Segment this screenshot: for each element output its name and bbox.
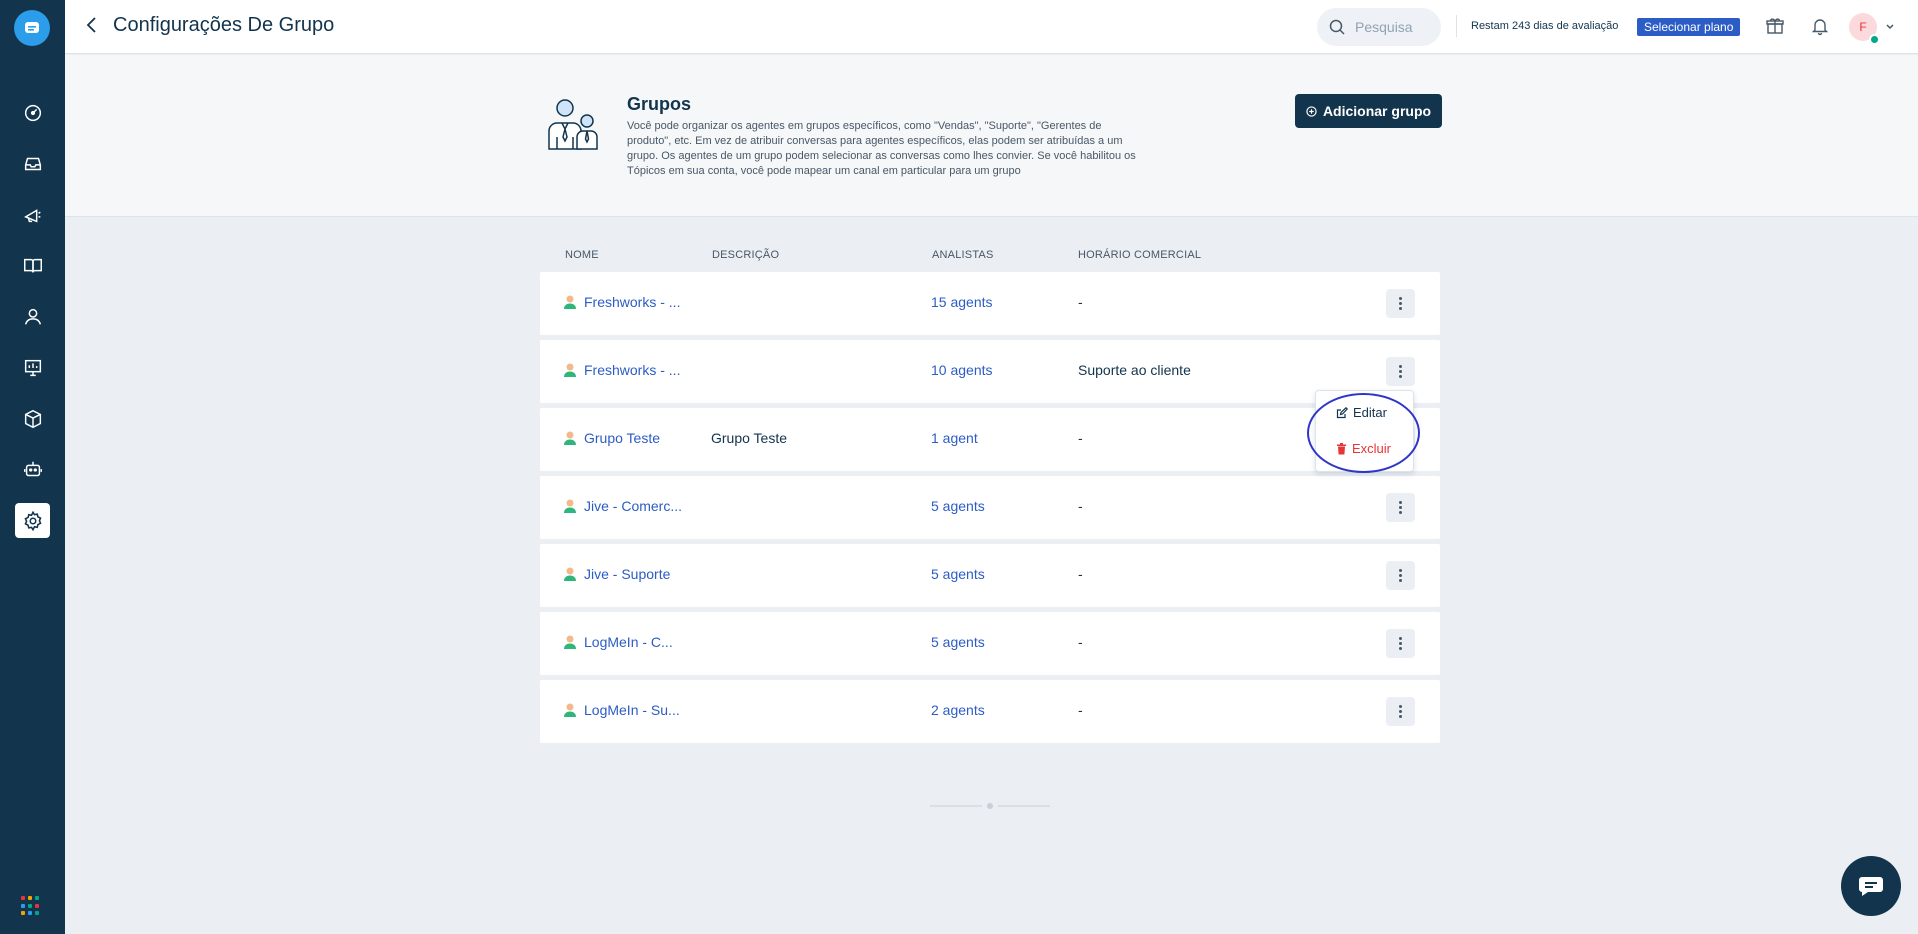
table-row: LogMeIn - C... 5 agents - <box>540 612 1440 675</box>
group-illustration-icon <box>548 99 598 150</box>
knowledge-base-icon[interactable] <box>15 248 50 283</box>
group-name: Freshworks - ... <box>584 362 681 378</box>
more-options-button[interactable] <box>1386 697 1415 726</box>
more-options-button[interactable] <box>1386 493 1415 522</box>
more-options-button[interactable] <box>1386 629 1415 658</box>
column-header-description: DESCRIÇÃO <box>712 249 780 261</box>
table-row: Grupo Teste Grupo Teste 1 agent - <box>540 408 1440 471</box>
agents-count-link[interactable]: 5 agents <box>931 498 985 514</box>
group-avatar-icon <box>564 635 576 649</box>
group-description: Grupo Teste <box>711 430 788 446</box>
business-hours: - <box>1078 294 1083 310</box>
contacts-icon[interactable] <box>15 299 50 334</box>
agents-count-link[interactable]: 5 agents <box>931 566 985 582</box>
agents-count-link[interactable]: 15 agents <box>931 294 993 310</box>
highlight-annotation <box>1307 393 1420 473</box>
group-name: LogMeIn - C... <box>584 634 673 650</box>
agents-count-link[interactable]: 10 agents <box>931 362 993 378</box>
search-input[interactable]: Pesquisa <box>1317 8 1441 46</box>
campaigns-icon[interactable] <box>15 197 50 232</box>
online-status-icon <box>1869 34 1880 45</box>
back-arrow-icon[interactable] <box>82 15 102 35</box>
table-row: Jive - Comerc... 5 agents - <box>540 476 1440 539</box>
settings-icon[interactable] <box>15 503 50 538</box>
group-name: Grupo Teste <box>584 430 661 446</box>
more-options-button[interactable] <box>1386 289 1415 318</box>
business-hours: - <box>1078 566 1083 582</box>
search-icon <box>1329 19 1345 35</box>
gift-icon[interactable] <box>1765 16 1785 36</box>
page-title: Configurações De Grupo <box>113 14 335 36</box>
loading-divider <box>930 803 1050 809</box>
agents-count-link[interactable]: 1 agent <box>931 430 978 446</box>
app-logo-icon[interactable] <box>14 10 50 46</box>
group-avatar-icon <box>564 295 576 309</box>
group-name-link[interactable]: Freshworks - ... <box>562 294 680 310</box>
group-name: Jive - Comerc... <box>584 498 683 514</box>
column-header-agents: ANALISTAS <box>932 249 994 261</box>
table-row: Freshworks - ... 15 agents - <box>540 272 1440 335</box>
bot-icon[interactable] <box>15 452 50 487</box>
group-name-link[interactable]: LogMeIn - Su... <box>562 702 680 718</box>
plus-circle-icon <box>1306 105 1317 117</box>
group-name-link[interactable]: Grupo Teste <box>562 430 660 446</box>
integrations-icon[interactable] <box>15 401 50 436</box>
business-hours: - <box>1078 634 1083 650</box>
group-name: LogMeIn - Su... <box>584 702 680 718</box>
more-options-button[interactable] <box>1386 357 1415 386</box>
add-group-label: Adicionar grupo <box>1322 103 1432 119</box>
table-row: Jive - Suporte 5 agents - <box>540 544 1440 607</box>
sidebar <box>0 0 65 934</box>
section-title: Grupos <box>627 94 692 114</box>
trial-text: Restam 243 dias de avaliação <box>1471 20 1619 32</box>
group-name-link[interactable]: Freshworks - ... <box>562 362 680 378</box>
groups-intro-banner: Grupos Você pode organizar os agentes em… <box>65 55 1918 217</box>
top-header: Configurações De Grupo Pesquisa Restam 2… <box>65 0 1918 54</box>
column-header-name: NOME <box>565 249 599 261</box>
group-avatar-icon <box>564 567 576 581</box>
chat-icon <box>1859 877 1883 896</box>
group-avatar-icon <box>564 499 576 513</box>
more-options-button[interactable] <box>1386 561 1415 590</box>
add-group-button[interactable]: Adicionar grupo <box>1295 94 1442 128</box>
header-divider <box>1456 15 1457 37</box>
group-avatar-icon <box>564 431 576 445</box>
group-avatar-icon <box>564 363 576 377</box>
group-name-link[interactable]: Jive - Suporte <box>562 566 670 582</box>
agents-count-link[interactable]: 5 agents <box>931 634 985 650</box>
table-row: LogMeIn - Su... 2 agents - <box>540 680 1440 743</box>
business-hours: - <box>1078 498 1083 514</box>
section-description: Você pode organizar os agentes em grupos… <box>627 120 1136 177</box>
business-hours: - <box>1078 702 1083 718</box>
table-row: Freshworks - ... 10 agents Suporte ao clie… <box>540 340 1440 403</box>
select-plan-button[interactable]: Selecionar plano <box>1637 18 1741 36</box>
dashboard-icon[interactable] <box>15 95 50 130</box>
group-name-link[interactable]: LogMeIn - C... <box>562 634 673 650</box>
group-name: Jive - Suporte <box>584 566 671 582</box>
chevron-down-icon[interactable] <box>1885 22 1895 32</box>
group-name-link[interactable]: Jive - Comerc... <box>562 498 682 514</box>
app-switcher-icon[interactable] <box>21 896 41 916</box>
business-hours: Suporte ao cliente <box>1078 362 1191 378</box>
column-header-business-hours: HORÁRIO COMERCIAL <box>1078 249 1202 261</box>
agents-count-link[interactable]: 2 agents <box>931 702 985 718</box>
inbox-icon[interactable] <box>15 146 50 181</box>
group-name: Freshworks - ... <box>584 294 681 310</box>
bell-icon[interactable] <box>1810 16 1830 36</box>
chat-launcher-button[interactable] <box>1841 856 1901 916</box>
group-avatar-icon <box>564 703 576 717</box>
search-placeholder: Pesquisa <box>1355 19 1413 35</box>
business-hours: - <box>1078 430 1083 446</box>
reports-icon[interactable] <box>15 350 50 385</box>
